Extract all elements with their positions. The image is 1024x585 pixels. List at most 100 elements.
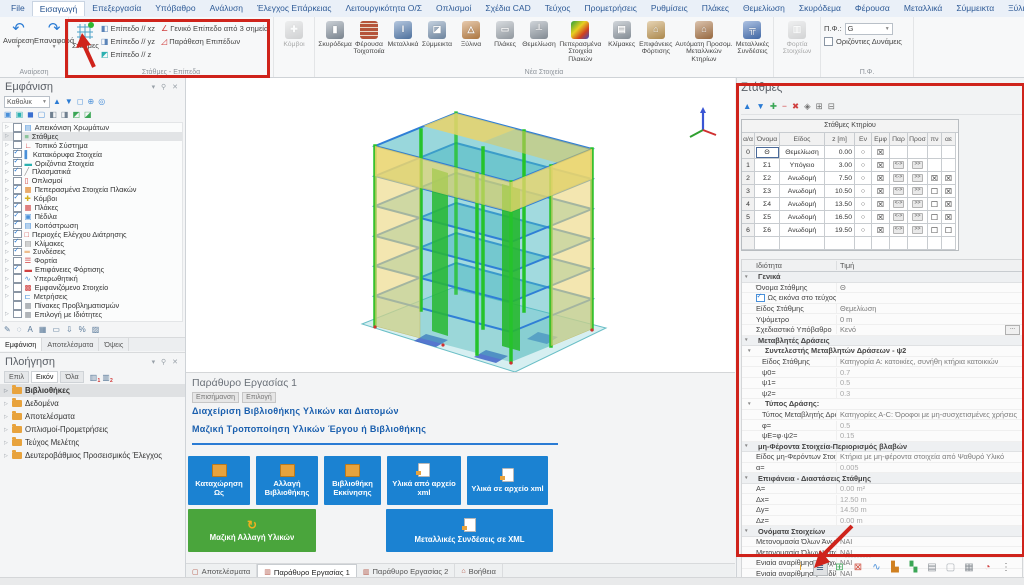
level-row[interactable]: 1 Σ1 Υπόγειο 3.00 ○ ☒ <-> >> bbox=[742, 159, 958, 172]
panel-window-buttons[interactable]: ▾ ⚲ ✕ bbox=[152, 83, 180, 91]
level-row[interactable]: 4 Σ4 Ανωδομή 13.50 ○ ☒ <-> >> ☐ ☒ bbox=[742, 198, 958, 211]
navigation-folder[interactable]: ▷ Τεύχος Μελέτης bbox=[0, 436, 185, 449]
menu-item[interactable]: Σχέδια CAD bbox=[478, 1, 537, 16]
menu-item[interactable]: Φέρουσα bbox=[848, 1, 897, 16]
ae-checkbox[interactable] bbox=[942, 159, 956, 172]
table-export-icon[interactable]: ⊞ bbox=[816, 101, 823, 111]
expander-icon[interactable]: ▷ bbox=[5, 311, 10, 317]
pros-button[interactable]: >> bbox=[912, 226, 922, 233]
par-button[interactable]: <-> bbox=[893, 187, 905, 194]
level-row[interactable]: 3 Σ3 Ανωδομή 10.50 ○ ☒ <-> >> ☐ ☒ bbox=[742, 185, 958, 198]
ae-checkbox[interactable]: ☒ bbox=[942, 185, 956, 198]
panel-window-buttons[interactable]: ▾ ⚲ ✕ bbox=[152, 358, 180, 366]
enable-radio[interactable]: ○ bbox=[855, 224, 872, 237]
undo-button[interactable]: ↶ Αναίρεση▼ bbox=[3, 19, 34, 51]
view-front-icon[interactable]: ◧ bbox=[49, 110, 57, 120]
property-row[interactable]: Ονόματα Στοιχείων bbox=[742, 526, 1022, 537]
pie-chart-icon[interactable]: ◔ bbox=[981, 561, 994, 575]
expander-icon[interactable]: ▷ bbox=[5, 284, 10, 290]
table-edit-icon[interactable]: ⊠ bbox=[852, 561, 865, 575]
window-1-icon[interactable]: ▥1 bbox=[90, 373, 98, 382]
menu-item[interactable]: Ρυθμίσεις bbox=[644, 1, 695, 16]
menu-item[interactable]: Μεταλλικά bbox=[897, 1, 949, 16]
ae-checkbox[interactable]: ☐ bbox=[942, 224, 956, 237]
zoom-window-icon[interactable]: ◻ bbox=[77, 97, 84, 107]
property-row[interactable]: Επιφάνεια - Διαστάσεις Στάθμης bbox=[742, 473, 1022, 484]
property-row[interactable]: ψ1= 0.5 bbox=[742, 378, 1022, 389]
new-element-button[interactable]: Ι Μεταλλικά bbox=[386, 19, 420, 63]
expander-icon[interactable]: ▷ bbox=[5, 249, 10, 255]
library-action-button[interactable]: Υλικά από αρχείο xml bbox=[387, 456, 461, 505]
new-element-button[interactable]: △ Ξύλινα bbox=[454, 19, 488, 63]
library-action-button[interactable]: Καταχώρηση Ως bbox=[188, 456, 250, 505]
pros-button[interactable]: >> bbox=[912, 187, 922, 194]
property-checkbox[interactable] bbox=[756, 294, 765, 303]
property-row[interactable]: Γενικά bbox=[742, 272, 1022, 283]
par-button[interactable]: <-> bbox=[893, 226, 905, 233]
visibility-checkbox[interactable] bbox=[13, 292, 22, 301]
menu-item[interactable]: Σκυρόδεμα bbox=[792, 1, 848, 16]
par-button[interactable]: <-> bbox=[893, 161, 905, 168]
display-tree-item[interactable]: ▷ ▦ Πίνακες Προβληματισμών bbox=[3, 301, 182, 310]
display-tree-item[interactable]: ▷ ▦ Επιλογή με Ιδιότητες bbox=[3, 310, 182, 319]
pn-checkbox[interactable] bbox=[928, 237, 942, 250]
enable-radio[interactable]: ○ bbox=[855, 172, 872, 185]
menu-item[interactable]: Προμετρήσεις bbox=[578, 1, 644, 16]
download-icon[interactable]: ⇩ bbox=[66, 325, 73, 335]
visibility-checkbox[interactable] bbox=[13, 283, 22, 292]
enable-radio[interactable]: ○ bbox=[855, 146, 872, 159]
document-icon[interactable]: ▤ bbox=[926, 561, 939, 575]
plane-menu-item[interactable]: ◧ Επίπεδο // xz bbox=[99, 22, 157, 35]
property-row[interactable]: Μετονομασία Όλων Κάτω ΝΑΙ bbox=[742, 547, 1022, 558]
display-tree-item[interactable]: ▷ ▌ Κατακόρυφα Στοιχεία bbox=[3, 150, 182, 159]
expander-icon[interactable]: ▷ bbox=[5, 222, 10, 228]
new-element-button[interactable]: ╨ Θεμελίωση bbox=[522, 19, 556, 63]
move-level-up-icon[interactable]: ▲ bbox=[743, 101, 751, 111]
pn-checkbox[interactable] bbox=[928, 146, 942, 159]
window-2-icon[interactable]: ▥2 bbox=[102, 373, 110, 382]
expander-icon[interactable]: ▷ bbox=[5, 133, 10, 139]
navigation-filter-tab[interactable]: Όλα bbox=[60, 371, 83, 383]
add-level-icon[interactable]: ✚ bbox=[770, 101, 777, 111]
menu-item[interactable]: Έλεγχος Επάρκειας bbox=[250, 1, 338, 16]
property-row[interactable]: Όνομα Στάθμης Θ bbox=[742, 283, 1022, 294]
search-icon[interactable]: ◌ bbox=[17, 325, 22, 335]
new-element-button[interactable]: ▤ Κλίμακες bbox=[605, 19, 639, 63]
menu-item[interactable]: Λειτουργικότητα Ο/Σ bbox=[338, 1, 429, 16]
move-up-icon[interactable]: ▲ bbox=[53, 97, 61, 107]
property-row[interactable]: Μεταβλητές Δράσεις bbox=[742, 336, 1022, 347]
expander-icon[interactable]: ▷ bbox=[5, 258, 10, 264]
ae-checkbox[interactable]: ☒ bbox=[942, 211, 956, 224]
plane-menu-item[interactable]: ◩ Επίπεδο // z bbox=[99, 48, 157, 61]
property-row[interactable]: Α= 0.00 m² bbox=[742, 484, 1022, 495]
property-row[interactable]: Τύπος Δράσης: bbox=[742, 399, 1022, 410]
pn-checkbox[interactable]: ☒ bbox=[928, 172, 942, 185]
pattern-icon[interactable]: ▨ bbox=[92, 325, 100, 335]
pn-checkbox[interactable]: ☐ bbox=[928, 224, 942, 237]
font-search-icon[interactable]: Α bbox=[27, 325, 32, 335]
new-element-button[interactable]: ⌂ Επιφάνειες Φόρτισης bbox=[639, 19, 673, 63]
plane-menu-item[interactable]: ◨ Επίπεδο // yz bbox=[99, 35, 157, 48]
visible-checkbox[interactable]: ☒ bbox=[872, 159, 890, 172]
property-row[interactable]: Συντελεστής Μεταβλητών Δράσεων - ψ2 bbox=[742, 346, 1022, 357]
display-tree-item[interactable]: ▷ ▬ Οριζόντια Στοιχεία bbox=[3, 159, 182, 168]
menu-item[interactable]: Ανάλυση bbox=[203, 1, 250, 16]
visibility-checkbox[interactable] bbox=[13, 132, 22, 141]
table-import-icon[interactable]: ⊟ bbox=[828, 101, 835, 111]
display-tree-item[interactable]: ▷ ▤ Κλίμακες bbox=[3, 239, 182, 248]
property-row[interactable]: Υψόμετρο 0 m bbox=[742, 314, 1022, 325]
level-row[interactable]: 5 Σ5 Ανωδομή 16.50 ○ ☒ <-> >> ☐ ☒ bbox=[742, 211, 958, 224]
dock-tab[interactable]: Εμφάνιση bbox=[0, 338, 42, 351]
navigation-folder[interactable]: ▷ Βιβλιοθήκες bbox=[0, 384, 185, 397]
plane-menu-item[interactable]: ∠ Γενικό Επίπεδο από 3 σημεία bbox=[159, 22, 270, 35]
bulk-change-materials-button[interactable]: ↻ Μαζική Αλλαγή Υλικών bbox=[188, 509, 316, 552]
property-row[interactable]: Τύπος Μεταβλητής Δρά... Κατηγορίες Α-C: … bbox=[742, 410, 1022, 421]
property-row[interactable]: ψ2= 0.3 bbox=[742, 389, 1022, 400]
horizontal-forces-checkbox[interactable] bbox=[824, 37, 833, 46]
visible-checkbox[interactable]: ☒ bbox=[872, 185, 890, 198]
new-element-button[interactable]: ▭ Πλάκες bbox=[488, 19, 522, 63]
element-loads-button[interactable]: ▥ Φορτία Στοιχείων bbox=[777, 19, 817, 56]
property-row[interactable]: Δx= 12.50 m bbox=[742, 494, 1022, 505]
property-row[interactable]: φ= 0.5 bbox=[742, 420, 1022, 431]
display-tree-item[interactable]: ▷ ∿ Υπερωθητική bbox=[3, 274, 182, 283]
